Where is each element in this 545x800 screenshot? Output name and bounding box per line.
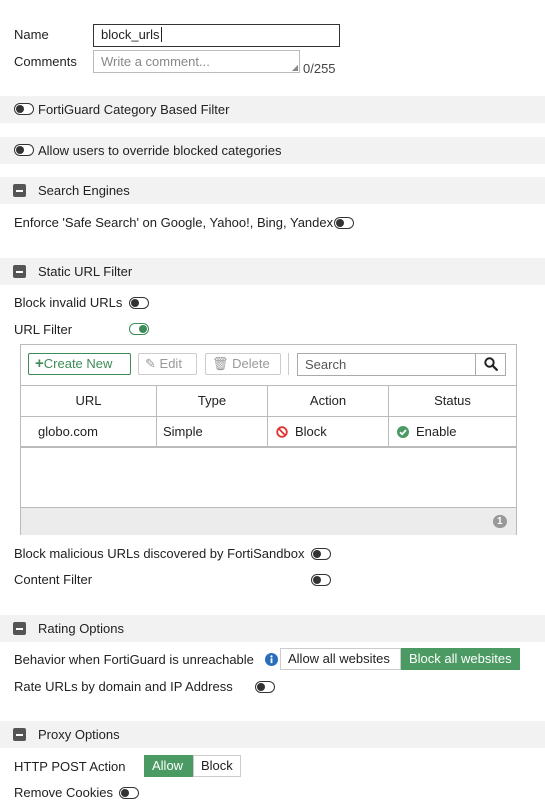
fortiguard-category-title: FortiGuard Category Based Filter (38, 102, 230, 117)
fortiguard-category-section: FortiGuard Category Based Filter (0, 96, 545, 123)
allow-override-toggle[interactable] (14, 144, 34, 156)
rate-by-domain-toggle[interactable] (255, 681, 275, 693)
collapse-icon[interactable] (13, 265, 26, 278)
column-header-action[interactable]: Action (268, 386, 388, 416)
info-icon[interactable] (265, 653, 278, 666)
fortiguard-unreachable-label: Behavior when FortiGuard is unreachable (14, 652, 254, 667)
column-header-url[interactable]: URL (21, 386, 156, 416)
search-box: Search (297, 353, 506, 376)
comments-placeholder: Write a comment... (101, 54, 210, 69)
static-url-filter-title: Static URL Filter (38, 264, 133, 279)
rating-options-section: Rating Options (0, 615, 545, 642)
http-post-block-option[interactable]: Block (193, 755, 241, 777)
toolbar-divider (288, 353, 289, 375)
search-icon[interactable] (484, 357, 498, 371)
name-label: Name (14, 27, 49, 42)
pencil-icon: ✎ (145, 356, 156, 371)
column-header-type[interactable]: Type (157, 386, 267, 416)
search-placeholder: Search (305, 357, 347, 372)
delete-button[interactable]: 🗑 Delete (205, 353, 281, 375)
comments-counter: 0/255 (303, 61, 336, 76)
remove-cookies-label: Remove Cookies (14, 785, 113, 800)
block-malicious-toggle[interactable] (311, 548, 331, 560)
content-filter-label: Content Filter (14, 572, 93, 587)
allow-all-websites-option[interactable]: Allow all websites (280, 648, 401, 670)
check-circle-icon (397, 426, 409, 438)
block-invalid-urls-label: Block invalid URLs (14, 295, 123, 310)
allow-override-section: Allow users to override blocked categori… (0, 137, 545, 164)
block-malicious-label: Block malicious URLs discovered by Forti… (14, 546, 305, 561)
create-new-button[interactable]: +Create New (28, 353, 131, 375)
url-filter-label: URL Filter (14, 322, 73, 337)
edit-button[interactable]: ✎ Edit (138, 353, 197, 375)
row-action-cell: Block (295, 424, 327, 439)
plus-icon: + (35, 355, 44, 372)
collapse-icon[interactable] (13, 184, 26, 197)
block-all-websites-option[interactable]: Block all websites (401, 648, 520, 670)
http-post-action-label: HTTP POST Action (14, 759, 126, 774)
collapse-icon[interactable] (13, 728, 26, 741)
block-icon (276, 426, 288, 438)
search-engines-title: Search Engines (38, 183, 130, 198)
block-invalid-urls-toggle[interactable] (129, 297, 149, 309)
proxy-options-section: Proxy Options (0, 721, 545, 748)
remove-cookies-toggle[interactable] (119, 787, 139, 799)
fortiguard-category-toggle[interactable] (14, 103, 34, 115)
safe-search-toggle[interactable] (334, 217, 354, 229)
column-header-status[interactable]: Status (389, 386, 516, 416)
static-url-filter-section: Static URL Filter (0, 258, 545, 285)
http-post-allow-option[interactable]: Allow (144, 755, 193, 777)
row-url-cell: globo.com (38, 424, 98, 439)
row-type-cell: Simple (163, 424, 203, 439)
trash-icon: 🗑 (212, 356, 229, 371)
collapse-icon[interactable] (13, 622, 26, 635)
allow-override-title: Allow users to override blocked categori… (38, 143, 282, 158)
proxy-options-title: Proxy Options (38, 727, 120, 742)
comments-label: Comments (14, 54, 77, 69)
name-input[interactable]: block_urls (93, 24, 340, 47)
content-filter-toggle[interactable] (311, 574, 331, 586)
row-status-cell: Enable (416, 424, 457, 439)
resize-grip-icon[interactable]: ◢ (292, 64, 298, 72)
safe-search-label: Enforce 'Safe Search' on Google, Yahoo!,… (14, 215, 334, 230)
table-footer (21, 507, 516, 535)
name-input-value: block_urls (101, 27, 160, 42)
comments-textarea[interactable]: Write a comment... ◢ (93, 50, 300, 73)
row-count-badge: 1 (493, 515, 507, 528)
url-filter-toggle[interactable] (129, 323, 149, 335)
rating-options-title: Rating Options (38, 621, 124, 636)
search-engines-section: Search Engines (0, 177, 545, 204)
rate-by-domain-label: Rate URLs by domain and IP Address (14, 679, 233, 694)
